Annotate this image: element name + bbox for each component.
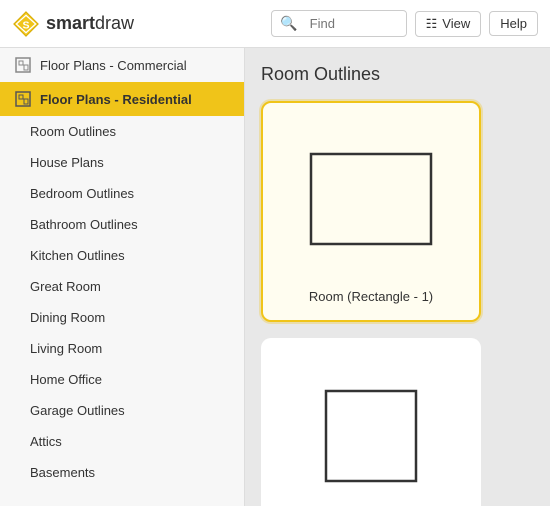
svg-text:S: S (22, 19, 29, 31)
card-room-rectangle-1[interactable]: Room (Rectangle - 1) (261, 101, 481, 322)
floor-plan-commercial-icon (14, 56, 32, 74)
logo-text: smartdraw (46, 13, 134, 34)
sidebar-item-kitchen-outlines[interactable]: Kitchen Outlines (0, 240, 244, 271)
sidebar-item-residential-label: Floor Plans - Residential (40, 92, 192, 107)
sidebar-item-house-plans[interactable]: House Plans (0, 147, 244, 178)
sidebar-item-label-home-office: Home Office (30, 372, 102, 387)
content-area: Room Outlines Room (Rectangle - 1)Room (… (245, 48, 550, 506)
card-shape-room-rectangle-2 (291, 356, 451, 506)
sidebar-item-dining-room[interactable]: Dining Room (0, 302, 244, 333)
sidebar-item-label-attics: Attics (30, 434, 62, 449)
floor-plan-residential-icon (14, 90, 32, 108)
header-actions: 🔍 ☷ View Help (271, 10, 538, 37)
sidebar-subitems: Room Outlines House Plans Bedroom Outlines… (0, 116, 244, 488)
view-label: View (442, 16, 470, 31)
app-header: S smartdraw 🔍 ☷ View Help (0, 0, 550, 48)
sidebar-item-label-bathroom-outlines: Bathroom Outlines (30, 217, 138, 232)
sidebar-item-label-garage-outlines: Garage Outlines (30, 403, 125, 418)
help-button[interactable]: Help (489, 11, 538, 36)
search-box[interactable]: 🔍 (271, 10, 406, 37)
view-button[interactable]: ☷ View (415, 11, 482, 37)
sidebar-item-basements[interactable]: Basements (0, 457, 244, 488)
sidebar-item-home-office[interactable]: Home Office (0, 364, 244, 395)
sidebar-item-commercial-label: Floor Plans - Commercial (40, 58, 187, 73)
sidebar-item-label-house-plans: House Plans (30, 155, 104, 170)
sidebar-item-bathroom-outlines[interactable]: Bathroom Outlines (0, 209, 244, 240)
help-label: Help (500, 16, 527, 31)
card-room-rectangle-2[interactable]: Room (Rectangle - 2) (261, 338, 481, 506)
sidebar: Floor Plans - Commercial Floor Plans - R… (0, 48, 245, 506)
search-input[interactable] (306, 12, 406, 35)
sidebar-item-label-basements: Basements (30, 465, 95, 480)
logo: S smartdraw (12, 10, 134, 38)
sidebar-item-bedroom-outlines[interactable]: Bedroom Outlines (0, 178, 244, 209)
sidebar-item-commercial[interactable]: Floor Plans - Commercial (0, 48, 244, 82)
cards-grid: Room (Rectangle - 1) Room (Rectangle - 2) (261, 101, 534, 506)
sidebar-item-garage-outlines[interactable]: Garage Outlines (0, 395, 244, 426)
logo-icon: S (12, 10, 40, 38)
sidebar-item-label-room-outlines: Room Outlines (30, 124, 116, 139)
view-grid-icon: ☷ (426, 16, 438, 32)
room-shape-svg-room-rectangle-1 (296, 124, 446, 274)
sidebar-item-residential[interactable]: Floor Plans - Residential (0, 82, 244, 116)
sidebar-item-living-room[interactable]: Living Room (0, 333, 244, 364)
sidebar-item-label-great-room: Great Room (30, 279, 101, 294)
sidebar-item-room-outlines[interactable]: Room Outlines (0, 116, 244, 147)
section-title: Room Outlines (261, 64, 534, 85)
card-label-room-rectangle-1: Room (Rectangle - 1) (309, 289, 433, 304)
sidebar-item-label-living-room: Living Room (30, 341, 102, 356)
sidebar-item-label-bedroom-outlines: Bedroom Outlines (30, 186, 134, 201)
room-shape-svg-room-rectangle-2 (296, 361, 446, 506)
search-icon: 🔍 (272, 11, 305, 36)
sidebar-item-attics[interactable]: Attics (0, 426, 244, 457)
main-content: Floor Plans - Commercial Floor Plans - R… (0, 48, 550, 506)
card-shape-room-rectangle-1 (291, 119, 451, 279)
sidebar-item-great-room[interactable]: Great Room (0, 271, 244, 302)
sidebar-item-label-dining-room: Dining Room (30, 310, 105, 325)
sidebar-item-label-kitchen-outlines: Kitchen Outlines (30, 248, 125, 263)
